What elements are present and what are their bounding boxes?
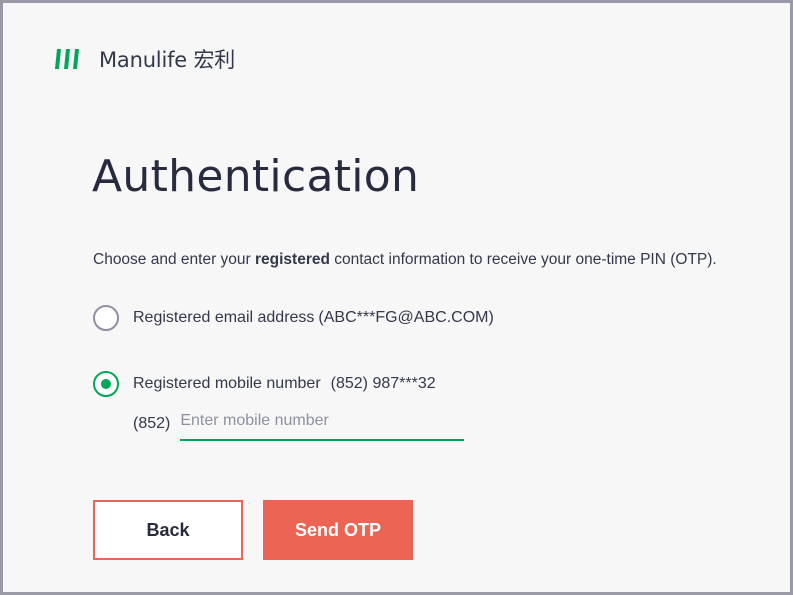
- send-otp-button[interactable]: Send OTP: [263, 500, 413, 560]
- instruction-prefix: Choose and enter your: [93, 251, 255, 268]
- mobile-number-row: (852): [133, 407, 465, 441]
- brand-name: Manulife 宏利: [99, 48, 236, 72]
- back-button[interactable]: Back: [93, 500, 243, 560]
- manulife-logo: Manulife 宏利: [55, 45, 235, 73]
- instruction-suffix: contact information to receive your one-…: [329, 251, 717, 268]
- email-radio[interactable]: [93, 305, 119, 331]
- instruction-text: Choose and enter your registered contact…: [93, 251, 717, 269]
- mobile-number-input[interactable]: [180, 407, 465, 441]
- page-title: Authentication: [92, 151, 420, 202]
- manulife-logo-icon: [55, 49, 79, 69]
- email-option-value[interactable]: (ABC***FG@ABC.COM): [318, 309, 493, 327]
- instruction-bold: registered: [255, 251, 330, 268]
- radio-selected-dot: [101, 379, 111, 389]
- mobile-radio[interactable]: [93, 371, 119, 397]
- mobile-option[interactable]: Registered mobile number (852) 987***32: [93, 371, 436, 397]
- country-code: (852): [133, 415, 171, 432]
- mobile-option-value[interactable]: (852) 987***32: [331, 375, 436, 393]
- page-frame: Manulife 宏利 Authentication Choose and en…: [0, 0, 793, 595]
- email-option-label[interactable]: Registered email address: [133, 309, 314, 327]
- email-option[interactable]: Registered email address (ABC***FG@ABC.C…: [93, 305, 494, 331]
- mobile-option-label[interactable]: Registered mobile number: [133, 375, 321, 393]
